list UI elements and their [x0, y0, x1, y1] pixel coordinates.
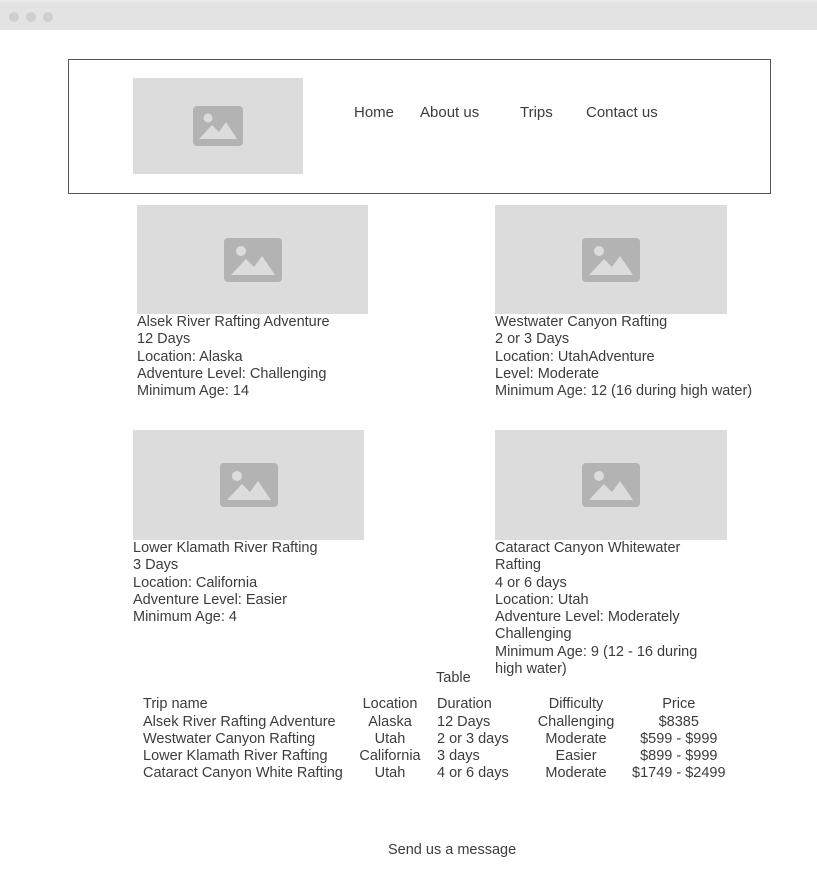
column-header-location: Location: [362, 696, 418, 712]
trip-image-placeholder[interactable]: [133, 430, 364, 540]
table-row: Westwater Canyon Rafting Utah 2 or 3 day…: [135, 731, 734, 748]
trip-level: Adventure Level: Moderately Challenging: [495, 609, 680, 643]
cell-location: Utah: [374, 765, 406, 781]
trip-location: Location: California: [133, 574, 258, 591]
trip-level: Adventure Level: Challenging: [137, 365, 327, 382]
window-maximize-dot-icon[interactable]: [43, 12, 53, 22]
trip-card: Cataract Canyon Whitewater Rafting 4 or …: [495, 540, 720, 678]
image-placeholder-icon: [223, 237, 282, 282]
cell-duration: 3 days: [437, 748, 480, 764]
nav-contact-link[interactable]: Contact us: [586, 104, 658, 121]
trip-min-age: Minimum Age: 9 (12 - 16 during high wate…: [495, 643, 698, 678]
cell-price: $599 - $999: [640, 731, 718, 747]
window-minimize-dot-icon[interactable]: [26, 12, 36, 22]
table-row: Alsek River Rafting Adventure Alaska 12 …: [135, 714, 734, 731]
trip-duration: 3 Days: [133, 557, 179, 574]
trip-image-placeholder[interactable]: [495, 430, 727, 540]
cell-difficulty: Challenging: [537, 714, 615, 730]
cell-trip-name: Cataract Canyon White Rafting: [143, 765, 343, 781]
trip-image-placeholder[interactable]: [495, 205, 727, 314]
trip-level: Adventure Level: Easier: [133, 591, 287, 608]
image-placeholder-icon: [582, 463, 640, 507]
image-placeholder-icon: [193, 106, 243, 146]
trip-title[interactable]: Westwater Canyon Rafting: [495, 314, 752, 331]
cell-location: Alaska: [368, 714, 412, 730]
trip-title[interactable]: Alsek River Rafting Adventure: [137, 314, 330, 331]
trip-level: Level: Moderate: [495, 365, 599, 382]
trip-card: Lower Klamath River Rafting 3 Days Locat…: [133, 540, 318, 626]
image-placeholder-icon: [219, 463, 278, 507]
cell-location: Utah: [374, 731, 406, 747]
cell-difficulty: Moderate: [545, 765, 607, 781]
cell-trip-name: Alsek River Rafting Adventure: [143, 714, 336, 730]
send-message-link[interactable]: Send us a message: [388, 842, 516, 859]
image-placeholder-icon: [582, 237, 640, 282]
nav-trips-link[interactable]: Trips: [520, 104, 553, 121]
logo-image-placeholder[interactable]: [133, 78, 303, 174]
trip-min-age: Minimum Age: 12 (16 during high water): [495, 383, 753, 400]
trip-image-placeholder[interactable]: [137, 205, 368, 314]
cell-duration: 4 or 6 days: [437, 765, 509, 781]
trip-location: Location: UtahAdventure: [495, 348, 655, 365]
cell-duration: 2 or 3 days: [437, 731, 509, 747]
table-header-row: Trip name Location Duration Difficulty P…: [135, 696, 734, 714]
table-title: Table: [436, 670, 471, 686]
trip-card: Westwater Canyon Rafting 2 or 3 Days Loc…: [495, 314, 752, 400]
cell-price: $899 - $999: [640, 748, 718, 764]
window-close-dot-icon[interactable]: [9, 12, 19, 22]
nav-about-link[interactable]: About us: [420, 104, 479, 121]
column-header-price: Price: [662, 696, 696, 712]
cell-difficulty: Easier: [555, 748, 597, 764]
trip-duration: 12 Days: [137, 331, 191, 348]
cell-difficulty: Moderate: [545, 731, 607, 747]
trip-location: Location: Utah: [495, 591, 589, 608]
column-header-difficulty: Difficulty: [548, 696, 604, 712]
trips-table: Trip name Location Duration Difficulty P…: [135, 696, 734, 782]
column-header-duration: Duration: [437, 696, 492, 712]
table-row: Cataract Canyon White Rafting Utah 4 or …: [135, 765, 734, 782]
cell-trip-name: Westwater Canyon Rafting: [143, 731, 316, 747]
trip-duration: 4 or 6 days: [495, 574, 567, 591]
cell-price: $1749 - $2499: [632, 765, 726, 781]
cell-price: $8385: [658, 714, 699, 730]
trip-min-age: Minimum Age: 4: [133, 609, 237, 626]
nav-home-link[interactable]: Home: [354, 104, 394, 121]
trip-title[interactable]: Cataract Canyon Whitewater Rafting: [495, 540, 720, 575]
column-header-trip-name: Trip name: [143, 696, 208, 712]
trip-title[interactable]: Lower Klamath River Rafting: [133, 540, 318, 557]
cell-location: California: [359, 748, 421, 764]
trip-min-age: Minimum Age: 14: [137, 383, 250, 400]
browser-title-bar: [0, 0, 817, 30]
cell-duration: 12 Days: [437, 714, 491, 730]
cell-trip-name: Lower Klamath River Rafting: [143, 748, 328, 764]
trip-duration: 2 or 3 Days: [495, 331, 570, 348]
table-row: Lower Klamath River Rafting California 3…: [135, 748, 734, 765]
trip-location: Location: Alaska: [137, 348, 243, 365]
trip-card: Alsek River Rafting Adventure 12 Days Lo…: [137, 314, 330, 400]
